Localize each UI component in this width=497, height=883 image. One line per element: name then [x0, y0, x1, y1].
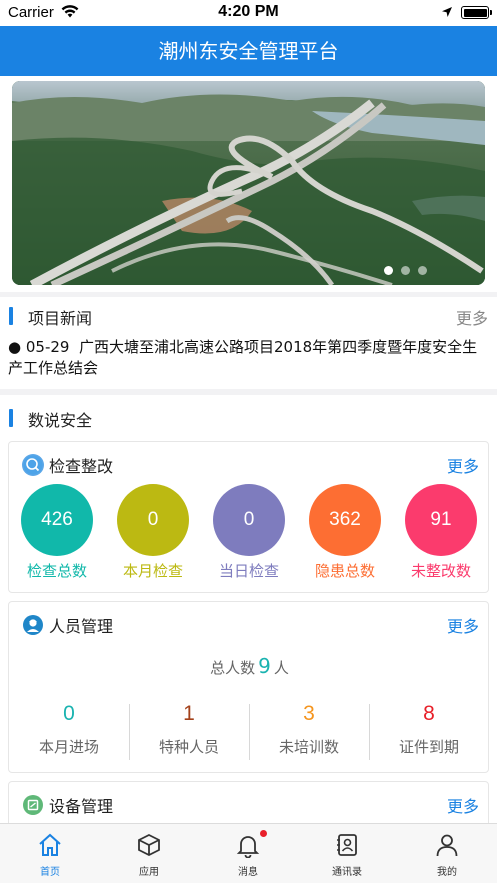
carousel-dot[interactable] — [418, 266, 427, 275]
total-count: 9 — [258, 654, 271, 678]
equipment-icon — [22, 794, 44, 816]
banner-carousel[interactable] — [12, 81, 485, 285]
personnel-more-link[interactable]: 更多 — [447, 613, 479, 637]
personnel-total: 总人数 9 人 — [9, 654, 490, 678]
stat-unrectified[interactable]: 91 未整改数 — [393, 484, 489, 581]
stat-circle: 426 — [21, 484, 93, 556]
stat-label: 未培训数 — [278, 738, 339, 756]
personnel-stats: 0 本月进场 1 特种人员 3 未培训数 8 证件到期 — [9, 700, 490, 764]
tab-label: 我的 — [437, 867, 457, 878]
stat-certificate-expiry[interactable]: 8 证件到期 — [369, 700, 489, 757]
stat-label: 未整改数 — [410, 562, 471, 580]
news-headline: 广西大塘至浦北高速公路项目2018年第四季度暨年度安全生产工作总结会 — [8, 338, 478, 377]
tab-profile[interactable]: 我的 — [397, 832, 497, 878]
personnel-title: 人员管理 — [49, 617, 114, 636]
stat-total-inspections[interactable]: 426 检查总数 — [9, 484, 105, 581]
tab-apps[interactable]: 应用 — [99, 832, 199, 878]
data-section-header: 数说安全 — [0, 403, 497, 433]
tab-home[interactable]: 首页 — [0, 832, 100, 878]
stat-circle: 362 — [309, 484, 381, 556]
stat-circle: 0 — [213, 484, 285, 556]
news-header: 项目新闻 更多 — [0, 301, 497, 331]
carousel-indicator[interactable] — [384, 266, 427, 275]
total-prefix: 总人数 — [210, 659, 256, 677]
cube-icon — [138, 833, 160, 857]
stat-monthly-inspections[interactable]: 0 本月检查 — [105, 484, 201, 581]
tab-label: 通讯录 — [332, 867, 362, 878]
bullet-icon: ● — [8, 338, 26, 356]
carousel-dot[interactable] — [384, 266, 393, 275]
status-bar: Carrier 4:20 PM — [0, 0, 497, 26]
stat-value: 1 — [183, 702, 195, 725]
stat-value: 3 — [303, 702, 315, 725]
bottom-tab-bar: 首页 应用 消息 通讯录 我的 — [0, 823, 497, 883]
news-list-item[interactable]: ● 05-29 广西大塘至浦北高速公路项目2018年第四季度暨年度安全生产工作总… — [8, 337, 488, 379]
stat-label: 本月进场 — [38, 738, 99, 756]
tab-label: 消息 — [238, 867, 258, 878]
home-icon — [39, 833, 61, 856]
stat-special-personnel[interactable]: 1 特种人员 — [129, 700, 249, 757]
stat-untrained[interactable]: 3 未培训数 — [249, 700, 369, 757]
worker-icon — [22, 614, 44, 636]
section-accent-bar — [9, 307, 13, 325]
inspection-more-link[interactable]: 更多 — [447, 453, 479, 477]
person-icon — [436, 834, 458, 857]
stat-label: 隐患总数 — [314, 562, 375, 580]
stat-label: 检查总数 — [26, 562, 87, 580]
magnifier-icon — [22, 454, 44, 476]
news-date: 05-29 — [25, 338, 70, 356]
bell-icon — [236, 836, 260, 858]
tab-messages[interactable]: 消息 — [198, 830, 298, 878]
stat-monthly-entry[interactable]: 0 本月进场 — [9, 700, 129, 757]
inspection-card: 检查整改 更多 426 检查总数 0 本月检查 0 当日检查 362 隐患总数 … — [8, 441, 489, 593]
stat-label: 本月检查 — [122, 562, 183, 580]
tab-label: 首页 — [40, 867, 60, 878]
stat-value: 8 — [423, 702, 435, 725]
stat-circle: 0 — [117, 484, 189, 556]
news-more-link[interactable]: 更多 — [456, 305, 488, 329]
data-safety-section: 数说安全 检查整改 更多 426 检查总数 0 本月检查 0 当日检查 362 … — [0, 395, 497, 841]
data-section-title: 数说安全 — [28, 411, 93, 430]
tab-label: 应用 — [139, 867, 159, 878]
project-news-section: 项目新闻 更多 ● 05-29 广西大塘至浦北高速公路项目2018年第四季度暨年… — [0, 297, 497, 389]
personnel-card: 人员管理 更多 总人数 9 人 0 本月进场 1 特种人员 3 未培训数 8 证件到… — [8, 601, 489, 773]
carousel-dot[interactable] — [401, 266, 410, 275]
equipment-more-link[interactable]: 更多 — [447, 793, 479, 817]
stat-label: 证件到期 — [398, 738, 459, 756]
stat-daily-inspections[interactable]: 0 当日检查 — [201, 484, 297, 581]
equipment-title: 设备管理 — [49, 797, 114, 816]
tab-contacts[interactable]: 通讯录 — [297, 832, 397, 878]
highway-aerial-image — [12, 81, 485, 285]
location-arrow-icon — [441, 5, 453, 23]
battery-icon — [461, 6, 492, 19]
contacts-icon — [337, 834, 357, 856]
stat-label: 特种人员 — [158, 738, 219, 756]
unread-badge — [260, 830, 267, 837]
stat-circle: 91 — [405, 484, 477, 556]
stat-label: 当日检查 — [218, 562, 279, 580]
news-section-title: 项目新闻 — [28, 309, 93, 328]
section-accent-bar — [9, 409, 13, 427]
total-suffix: 人 — [273, 659, 289, 677]
page-title: 潮州东安全管理平台 — [0, 26, 497, 76]
stat-hazards-total[interactable]: 362 隐患总数 — [297, 484, 393, 581]
inspection-stats: 426 检查总数 0 本月检查 0 当日检查 362 隐患总数 91 未整改数 — [9, 484, 490, 594]
inspection-title: 检查整改 — [49, 457, 114, 476]
clock-time: 4:20 PM — [218, 3, 279, 20]
banner-section — [0, 76, 497, 292]
stat-value: 0 — [63, 702, 75, 725]
